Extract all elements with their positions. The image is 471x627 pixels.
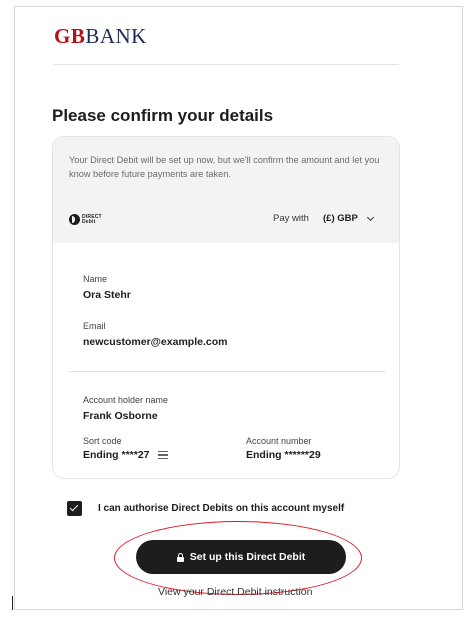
sort-code-text: Ending ****27 bbox=[83, 449, 150, 461]
chevron-down-icon bbox=[366, 213, 374, 221]
logo-bank: BANK bbox=[85, 24, 147, 48]
bottom-strip bbox=[0, 611, 471, 627]
details-card: Your Direct Debit will be set up now, bu… bbox=[52, 136, 400, 479]
customer-email: newcustomer@example.com bbox=[83, 336, 228, 348]
direct-debit-notice-panel: Your Direct Debit will be set up now, bu… bbox=[53, 137, 399, 243]
direct-debit-notice: Your Direct Debit will be set up now, bu… bbox=[69, 155, 380, 179]
setup-direct-debit-button[interactable]: Set up this Direct Debit bbox=[136, 540, 346, 574]
sort-code-value: Ending ****27 bbox=[83, 449, 169, 461]
page-title: Please confirm your details bbox=[52, 106, 274, 125]
currency-value: (£) GBP bbox=[323, 213, 358, 224]
authorise-label: I can authorise Direct Debits on this ac… bbox=[98, 503, 345, 514]
account-holder-label: Account holder name bbox=[83, 395, 169, 405]
bank-stack-icon bbox=[158, 450, 169, 460]
direct-debit-logo: DIRECT Debit bbox=[69, 214, 102, 225]
gb-bank-logo: GBBANK bbox=[54, 24, 147, 49]
pay-with-label: Pay with bbox=[273, 213, 309, 224]
logo-gb: GB bbox=[54, 24, 86, 48]
authorise-checkbox[interactable] bbox=[67, 501, 82, 516]
card-divider bbox=[69, 371, 385, 372]
view-instruction-link[interactable]: View your Direct Debit instruction bbox=[158, 586, 312, 598]
currency-select[interactable]: (£) GBP bbox=[323, 213, 374, 224]
customer-name: Ora Stehr bbox=[83, 289, 131, 301]
header-divider bbox=[53, 64, 399, 65]
account-number-label: Account number bbox=[246, 436, 312, 446]
direct-debit-mark-icon bbox=[69, 214, 80, 225]
logo-text-line2: Debit bbox=[82, 218, 96, 225]
text-cursor bbox=[12, 596, 13, 610]
lock-icon bbox=[176, 553, 184, 562]
account-number-value: Ending ******29 bbox=[246, 449, 321, 461]
direct-debit-logo-text: DIRECT Debit bbox=[82, 214, 102, 225]
email-label: Email bbox=[83, 321, 106, 331]
sort-code-label: Sort code bbox=[83, 436, 122, 446]
account-holder-name: Frank Osborne bbox=[83, 410, 158, 422]
name-label: Name bbox=[83, 274, 108, 284]
setup-button-label: Set up this Direct Debit bbox=[189, 551, 306, 563]
